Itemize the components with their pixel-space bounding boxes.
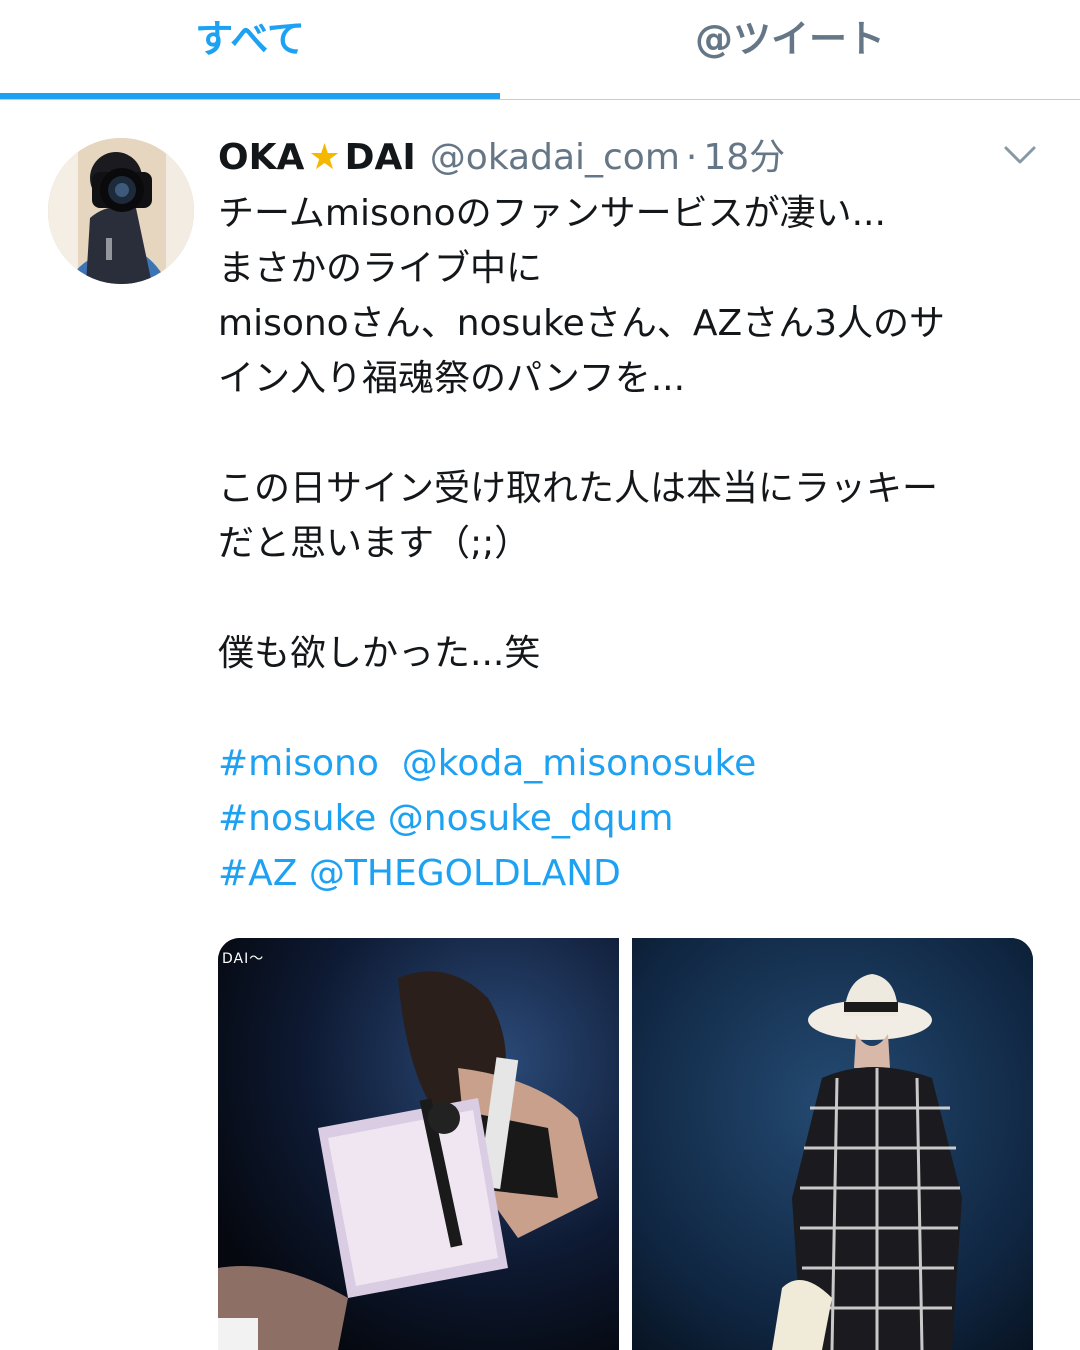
mention-link[interactable]: @THEGOLDLAND	[309, 853, 621, 894]
tweet-line: イン入り福魂祭のパンフを...	[218, 358, 686, 399]
star-emoji-icon: ★	[308, 137, 341, 178]
mention-link[interactable]: @koda_misonosuke	[402, 743, 756, 784]
avatar-photo	[48, 138, 194, 284]
tweet-line: この日サイン受け取れた人は本当にラッキー	[218, 468, 939, 509]
user-handle[interactable]: @okadai_com	[430, 137, 680, 178]
mention-link[interactable]: @nosuke_dqum	[388, 798, 674, 839]
tab-bar: すべて @ツイート	[0, 0, 1080, 100]
tab-all[interactable]: すべて	[0, 0, 500, 98]
tweet-media: DAI〜	[218, 938, 1033, 1350]
display-name-part1[interactable]: OKA	[218, 137, 304, 178]
hashtag-link[interactable]: #nosuke	[218, 798, 376, 839]
hashtag-line: #nosuke @nosuke_dqum	[218, 791, 1048, 846]
hashtag-line: #misono @koda_misonosuke	[218, 736, 1048, 791]
hashtag-link[interactable]: #AZ	[218, 853, 297, 894]
concert-photo-singer	[218, 938, 619, 1350]
tab-mentions-label: @ツイート	[694, 16, 885, 61]
photo-watermark: DAI〜	[222, 951, 265, 967]
tab-all-label: すべて	[195, 16, 305, 61]
media-photo-right[interactable]	[632, 938, 1033, 1350]
avatar[interactable]	[48, 138, 194, 284]
header-separator: ·	[685, 137, 698, 178]
active-tab-indicator	[0, 93, 500, 99]
tab-mentions[interactable]: @ツイート	[540, 0, 1040, 98]
tweet-line: だと思います（;;）	[218, 523, 531, 564]
hashtag-link[interactable]: #misono	[218, 743, 379, 784]
media-photo-left[interactable]: DAI〜	[218, 938, 619, 1350]
tweet-line: 僕も欲しかった...笑	[218, 633, 541, 674]
concert-photo-performer	[632, 938, 1033, 1350]
hashtag-line: #AZ @THEGOLDLAND	[218, 846, 1048, 901]
tweet-line: チームmisonoのファンサービスが凄い...	[218, 193, 886, 234]
tweet-header: OKA ★ DAI @okadai_com · 18分	[218, 128, 785, 178]
tweet-line: まさかのライブ中に	[218, 248, 543, 289]
chevron-down-icon[interactable]	[1002, 140, 1038, 170]
tweet-timestamp[interactable]: 18分	[703, 128, 785, 180]
tweet-text: チームmisonoのファンサービスが凄い... まさかのライブ中に misono…	[218, 186, 1048, 901]
tweet-line: misonoさん、nosukeさん、AZさん3人のサ	[218, 303, 946, 344]
display-name-part2[interactable]: DAI	[345, 137, 416, 178]
